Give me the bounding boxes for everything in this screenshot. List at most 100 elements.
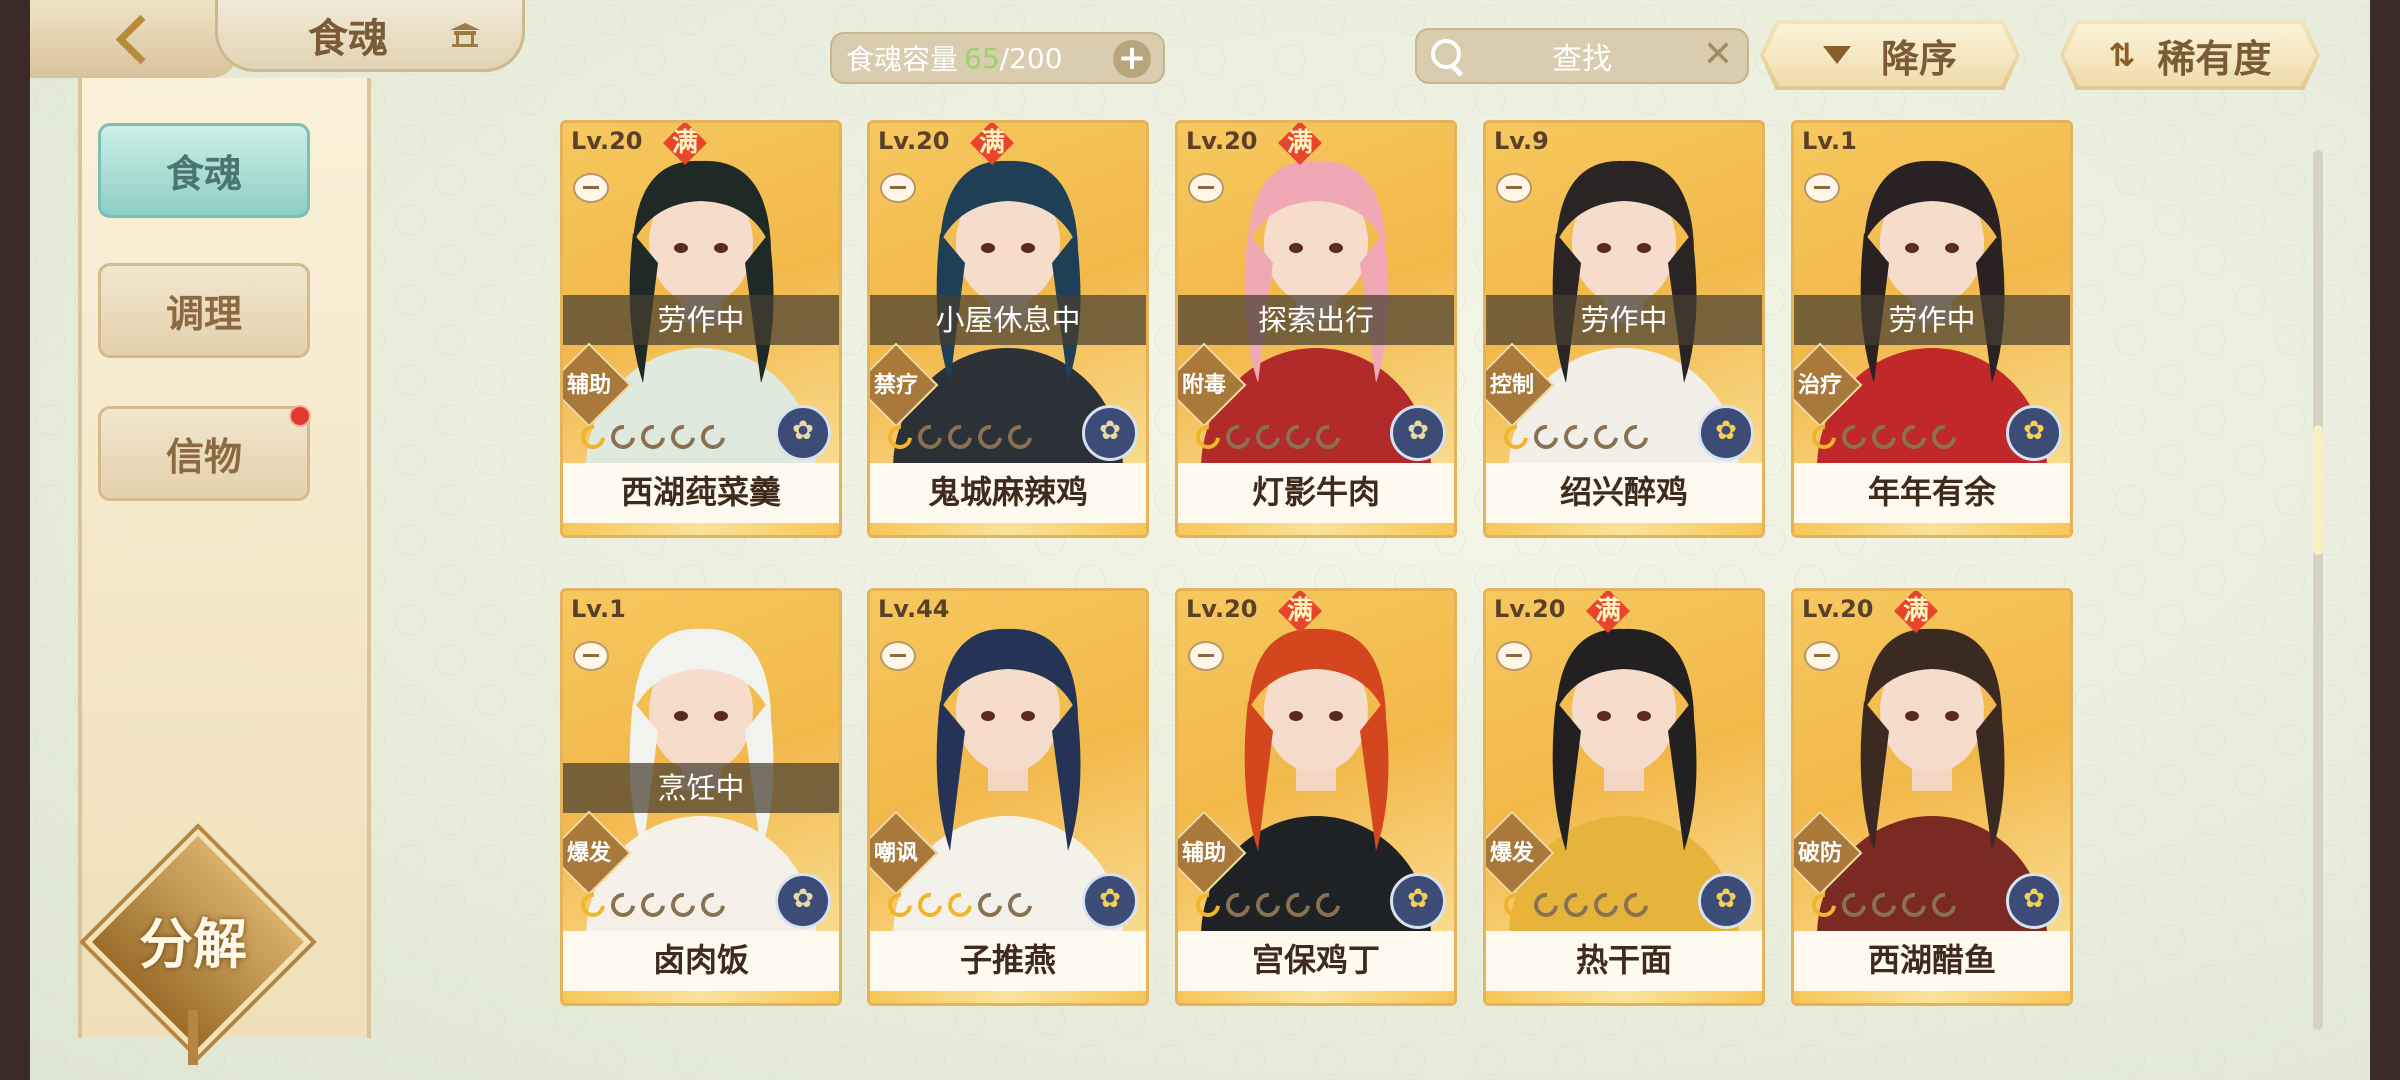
- sort-key-label: 稀有度: [2157, 36, 2272, 81]
- food-soul-name: 子推燕: [870, 931, 1146, 991]
- food-soul-name: 西湖醋鱼: [1794, 931, 2070, 991]
- star-icon: [1499, 888, 1533, 922]
- food-soul-card[interactable]: Lv.20 满探索出行 附毒 ✿ 灯影牛肉: [1175, 120, 1457, 538]
- food-soul-name: 宫保鸡丁: [1178, 931, 1454, 991]
- star-rating: [576, 420, 730, 454]
- back-button[interactable]: [30, 0, 240, 78]
- star-icon: [1867, 888, 1901, 922]
- role-label: 辅助: [566, 373, 611, 398]
- rarity-flower-icon: ✿: [1698, 405, 1754, 461]
- star-rating: [1191, 888, 1345, 922]
- star-rating: [1499, 420, 1653, 454]
- star-icon: [1311, 888, 1345, 922]
- star-icon: [1221, 420, 1255, 454]
- rarity-flower-icon: ✿: [2006, 873, 2062, 929]
- sort-order-button[interactable]: 降序: [1760, 20, 2020, 90]
- lock-toggle-icon[interactable]: [573, 641, 609, 671]
- clear-search-icon[interactable]: ✕: [1703, 34, 1733, 75]
- star-rating: [883, 888, 1037, 922]
- star-icon: [636, 420, 670, 454]
- star-icon: [883, 420, 917, 454]
- star-icon: [1837, 888, 1871, 922]
- title-plaque: 食魂: [215, 0, 525, 72]
- food-soul-card[interactable]: Lv.20 满破防 ✿ 西湖醋鱼: [1791, 588, 2073, 1006]
- rarity-flower-icon: ✿: [1082, 873, 1138, 929]
- tab-label: 食魂: [165, 151, 242, 196]
- star-icon: [1927, 888, 1961, 922]
- food-soul-name: 鬼城麻辣鸡: [870, 463, 1146, 523]
- tab-food-souls[interactable]: 食魂: [98, 123, 310, 218]
- role-label: 禁疗: [873, 373, 918, 398]
- role-label: 破防: [1797, 841, 1842, 866]
- rarity-flower-icon: ✿: [1698, 873, 1754, 929]
- star-icon: [1281, 888, 1315, 922]
- star-icon: [666, 888, 700, 922]
- star-icon: [1927, 420, 1961, 454]
- food-soul-card[interactable]: Lv.20 满辅助 ✿ 宫保鸡丁: [1175, 588, 1457, 1006]
- food-soul-name: 卤肉饭: [563, 931, 839, 991]
- lock-toggle-icon[interactable]: [880, 173, 916, 203]
- star-icon: [883, 888, 917, 922]
- tab-tokens[interactable]: 信物: [98, 405, 311, 501]
- pavilion-icon: [450, 23, 480, 47]
- rarity-flower-icon: ✿: [775, 405, 831, 461]
- star-icon: [1499, 420, 1533, 454]
- star-icon: [1867, 420, 1901, 454]
- lock-toggle-icon[interactable]: [1804, 173, 1840, 203]
- food-soul-card[interactable]: Lv.1 劳作中 治疗 ✿ 年年有余: [1791, 120, 2073, 538]
- star-icon: [1003, 420, 1037, 454]
- add-capacity-button[interactable]: +: [1113, 40, 1151, 78]
- star-rating: [1191, 420, 1345, 454]
- lock-toggle-icon[interactable]: [1188, 173, 1224, 203]
- back-arrow-icon: [115, 14, 165, 64]
- star-icon: [1897, 420, 1931, 454]
- food-soul-card[interactable]: Lv.20 满爆发 ✿ 热干面: [1483, 588, 1765, 1006]
- star-icon: [1589, 420, 1623, 454]
- star-icon: [1191, 888, 1225, 922]
- lock-toggle-icon[interactable]: [1188, 641, 1224, 671]
- lock-toggle-icon[interactable]: [1496, 173, 1532, 203]
- lock-toggle-icon[interactable]: [573, 173, 609, 203]
- star-icon: [973, 420, 1007, 454]
- star-icon: [666, 420, 700, 454]
- swap-arrows-icon: ⇅: [2108, 36, 2136, 74]
- food-soul-card[interactable]: Lv.20 满劳作中 辅助 ✿ 西湖莼菜羹: [560, 120, 842, 538]
- food-soul-card[interactable]: Lv.1 烹饪中 爆发 ✿ 卤肉饭: [560, 588, 842, 1006]
- role-label: 爆发: [1489, 841, 1534, 866]
- food-soul-card[interactable]: Lv.44 嘲讽 ✿ 子推燕: [867, 588, 1149, 1006]
- star-icon: [943, 888, 977, 922]
- level-label: Lv.20: [1802, 595, 1874, 623]
- star-icon: [606, 420, 640, 454]
- status-banner: 小屋休息中: [870, 295, 1146, 345]
- card-footer: [1794, 523, 2070, 535]
- tab-conditioning[interactable]: 调理: [98, 263, 310, 358]
- star-rating: [576, 888, 730, 922]
- star-icon: [576, 420, 610, 454]
- card-footer: [563, 523, 839, 535]
- sort-key-button[interactable]: ⇅ 稀有度: [2060, 20, 2320, 90]
- star-icon: [696, 888, 730, 922]
- lock-toggle-icon[interactable]: [880, 641, 916, 671]
- rarity-flower-icon: ✿: [1390, 873, 1446, 929]
- role-label: 治疗: [1797, 373, 1842, 398]
- food-soul-name: 热干面: [1486, 931, 1762, 991]
- tassel-decoration: [188, 1010, 198, 1065]
- scrollbar-thumb[interactable]: [2313, 425, 2323, 555]
- scrollbar-track[interactable]: [2313, 150, 2323, 1030]
- food-soul-card[interactable]: Lv.20 满小屋休息中 禁疗 ✿ 鬼城麻辣鸡: [867, 120, 1149, 538]
- star-icon: [606, 888, 640, 922]
- lock-toggle-icon[interactable]: [1496, 641, 1532, 671]
- level-label: Lv.20: [878, 127, 950, 155]
- lock-toggle-icon[interactable]: [1804, 641, 1840, 671]
- search-icon: [1431, 39, 1461, 69]
- star-icon: [696, 420, 730, 454]
- star-icon: [1191, 420, 1225, 454]
- rarity-flower-icon: ✿: [1082, 405, 1138, 461]
- search-box[interactable]: 查找 ✕: [1415, 28, 1749, 84]
- star-icon: [1003, 888, 1037, 922]
- food-soul-name: 绍兴醉鸡: [1486, 463, 1762, 523]
- level-label: Lv.20: [1186, 127, 1258, 155]
- card-footer: [1178, 523, 1454, 535]
- food-soul-card[interactable]: Lv.9 劳作中 控制 ✿ 绍兴醉鸡: [1483, 120, 1765, 538]
- star-icon: [1251, 888, 1285, 922]
